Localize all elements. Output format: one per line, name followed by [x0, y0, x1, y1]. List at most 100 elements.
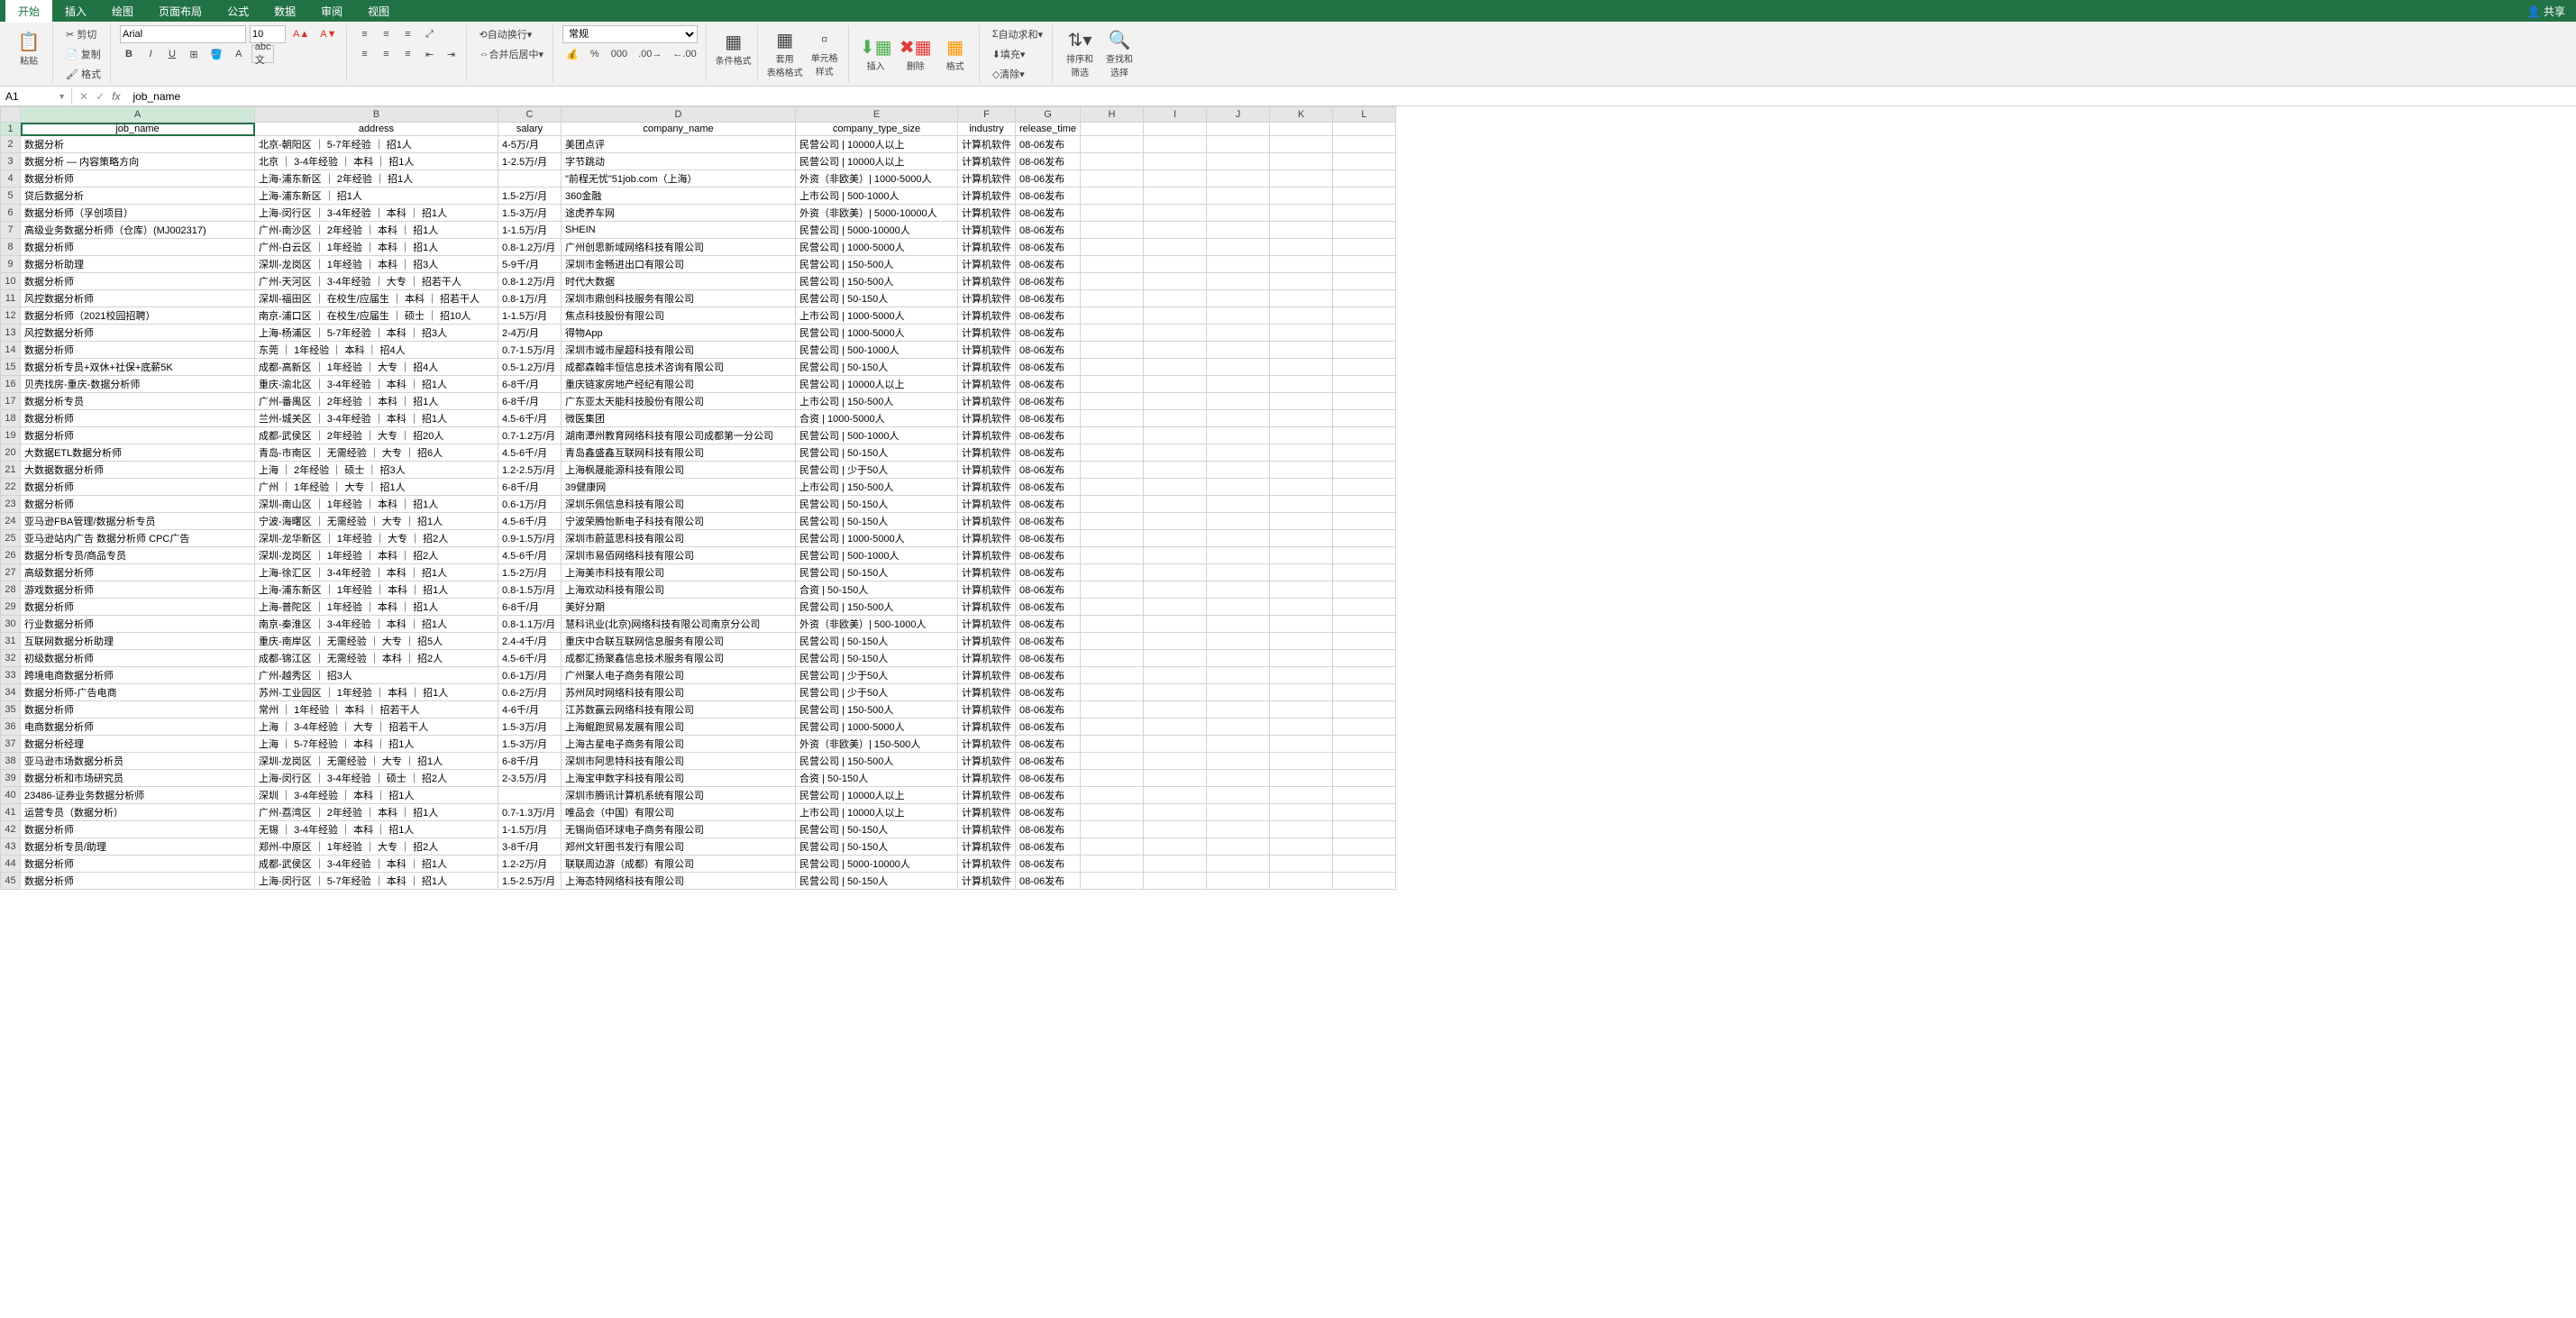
cell[interactable]: 6-8千/月	[498, 479, 562, 496]
cell[interactable]: 亚马逊FBA管理/数据分析专员	[21, 513, 255, 530]
cell[interactable]: 重庆链家房地产经纪有限公司	[562, 376, 796, 393]
cell[interactable]: 上海-浦东新区 ｜ 2年经验 ｜ 招1人	[255, 170, 498, 188]
cell[interactable]: 08-06发布	[1016, 599, 1081, 616]
cell[interactable]	[1206, 616, 1269, 633]
cell[interactable]	[1080, 804, 1143, 821]
cell[interactable]	[1269, 256, 1332, 273]
cell[interactable]	[1269, 684, 1332, 701]
cell[interactable]: 上海古星电子商务有限公司	[562, 736, 796, 753]
cell[interactable]: 美团点评	[562, 136, 796, 153]
cell[interactable]: 东莞 ｜ 1年经验 ｜ 本科 ｜ 招4人	[255, 342, 498, 359]
cell[interactable]	[1269, 838, 1332, 856]
cell[interactable]: 深圳-龙岗区 ｜ 无需经验 ｜ 大专 ｜ 招1人	[255, 753, 498, 770]
cell[interactable]: 数据分析专员/助理	[21, 838, 255, 856]
cell[interactable]	[1269, 873, 1332, 890]
format-painter-button[interactable]: 🖌 格式	[62, 65, 105, 83]
cell[interactable]	[1206, 188, 1269, 205]
cell[interactable]: address	[255, 123, 498, 136]
cell[interactable]	[1206, 325, 1269, 342]
cell[interactable]: 08-06发布	[1016, 376, 1081, 393]
sort-filter-button[interactable]: ⇅▾排序和 筛选	[1062, 31, 1098, 78]
cell[interactable]: 计算机软件	[958, 616, 1016, 633]
cell[interactable]	[1332, 205, 1395, 222]
cell[interactable]	[1332, 256, 1395, 273]
cell[interactable]	[1206, 753, 1269, 770]
cell[interactable]	[1143, 239, 1206, 256]
cell[interactable]	[1269, 342, 1332, 359]
wrap-text-button[interactable]: ⟲ 自动换行 ▾	[476, 25, 536, 43]
row-header[interactable]: 41	[1, 804, 21, 821]
cell[interactable]: 上市公司 | 1000-5000人	[796, 307, 958, 325]
cell[interactable]: 民营公司 | 5000-10000人	[796, 222, 958, 239]
cell[interactable]	[1269, 170, 1332, 188]
tab-insert[interactable]: 插入	[52, 0, 99, 23]
cell[interactable]: 合资 | 1000-5000人	[796, 410, 958, 427]
cell[interactable]	[1080, 136, 1143, 153]
cell[interactable]	[1332, 856, 1395, 873]
column-header[interactable]: A	[21, 107, 255, 123]
cell[interactable]: 0.7-1.5万/月	[498, 342, 562, 359]
cell[interactable]: 08-06发布	[1016, 444, 1081, 462]
cell[interactable]: 成都汇扬聚鑫信息技术服务有限公司	[562, 650, 796, 667]
cell[interactable]	[1080, 290, 1143, 307]
cell[interactable]: 民营公司 | 50-150人	[796, 633, 958, 650]
cell[interactable]	[1269, 496, 1332, 513]
cell[interactable]: 民营公司 | 1000-5000人	[796, 718, 958, 736]
border-button[interactable]: ⊞	[185, 45, 203, 63]
cell[interactable]: 民营公司 | 10000人以上	[796, 376, 958, 393]
cell[interactable]: 上海 ｜ 3-4年经验 ｜ 大专 ｜ 招若干人	[255, 718, 498, 736]
phonetic-button[interactable]: abc文	[251, 45, 275, 63]
cell[interactable]: 39健康网	[562, 479, 796, 496]
cell[interactable]: 计算机软件	[958, 804, 1016, 821]
share-button[interactable]: 👤 共享	[2517, 0, 2576, 23]
cell[interactable]: 宁波荣腾怡新电子科技有限公司	[562, 513, 796, 530]
cell[interactable]: 贷后数据分析	[21, 188, 255, 205]
cell[interactable]: 上海-闵行区 ｜ 3-4年经验 ｜ 本科 ｜ 招1人	[255, 205, 498, 222]
cell[interactable]	[1269, 856, 1332, 873]
fill-button[interactable]: ⬇ 填充 ▾	[989, 45, 1029, 63]
cell[interactable]: 0.8-1.1万/月	[498, 616, 562, 633]
cell[interactable]: 广东亚太天能科技股份有限公司	[562, 393, 796, 410]
cell[interactable]: 民营公司 | 500-1000人	[796, 342, 958, 359]
cell[interactable]: 4.5-6千/月	[498, 547, 562, 564]
column-header[interactable]: K	[1269, 107, 1332, 123]
cell[interactable]	[1206, 736, 1269, 753]
cell[interactable]: 1.5-3万/月	[498, 205, 562, 222]
cell[interactable]: release_time	[1016, 123, 1081, 136]
cell[interactable]: 08-06发布	[1016, 273, 1081, 290]
cell[interactable]: 计算机软件	[958, 770, 1016, 787]
cell[interactable]: 08-06发布	[1016, 342, 1081, 359]
cell[interactable]	[1269, 273, 1332, 290]
cell[interactable]	[1143, 787, 1206, 804]
cell[interactable]: 4.5-6千/月	[498, 444, 562, 462]
fill-color-button[interactable]: 🪣	[206, 45, 226, 63]
cell[interactable]: 0.6-2万/月	[498, 684, 562, 701]
clear-button[interactable]: ◇ 清除 ▾	[989, 65, 1028, 83]
row-header[interactable]: 26	[1, 547, 21, 564]
cell[interactable]	[1269, 821, 1332, 838]
cell[interactable]	[1206, 530, 1269, 547]
row-header[interactable]: 45	[1, 873, 21, 890]
cell[interactable]	[1206, 650, 1269, 667]
cell[interactable]: 深圳-南山区 ｜ 1年经验 ｜ 本科 ｜ 招1人	[255, 496, 498, 513]
tab-home[interactable]: 开始	[5, 0, 52, 23]
cell[interactable]	[1269, 188, 1332, 205]
cell[interactable]: 计算机软件	[958, 547, 1016, 564]
cell[interactable]: 广州-越秀区 ｜ 招3人	[255, 667, 498, 684]
cell[interactable]	[1080, 530, 1143, 547]
cell[interactable]: 计算机软件	[958, 205, 1016, 222]
cell[interactable]: 4.5-6千/月	[498, 650, 562, 667]
cell[interactable]: 计算机软件	[958, 650, 1016, 667]
cell[interactable]: 跨境电商数据分析师	[21, 667, 255, 684]
format-as-table-button[interactable]: ▦套用 表格格式	[767, 31, 803, 78]
cell[interactable]: 计算机软件	[958, 410, 1016, 427]
cell[interactable]: 08-06发布	[1016, 564, 1081, 581]
cell[interactable]	[1080, 239, 1143, 256]
row-header[interactable]: 38	[1, 753, 21, 770]
cell[interactable]: 08-06发布	[1016, 393, 1081, 410]
cell[interactable]	[1206, 290, 1269, 307]
column-header[interactable]: E	[796, 107, 958, 123]
cell[interactable]: 成都-锦江区 ｜ 无需经验 ｜ 本科 ｜ 招2人	[255, 650, 498, 667]
cell[interactable]: 上海-普陀区 ｜ 1年经验 ｜ 本科 ｜ 招1人	[255, 599, 498, 616]
cell[interactable]: 数据分析师	[21, 856, 255, 873]
